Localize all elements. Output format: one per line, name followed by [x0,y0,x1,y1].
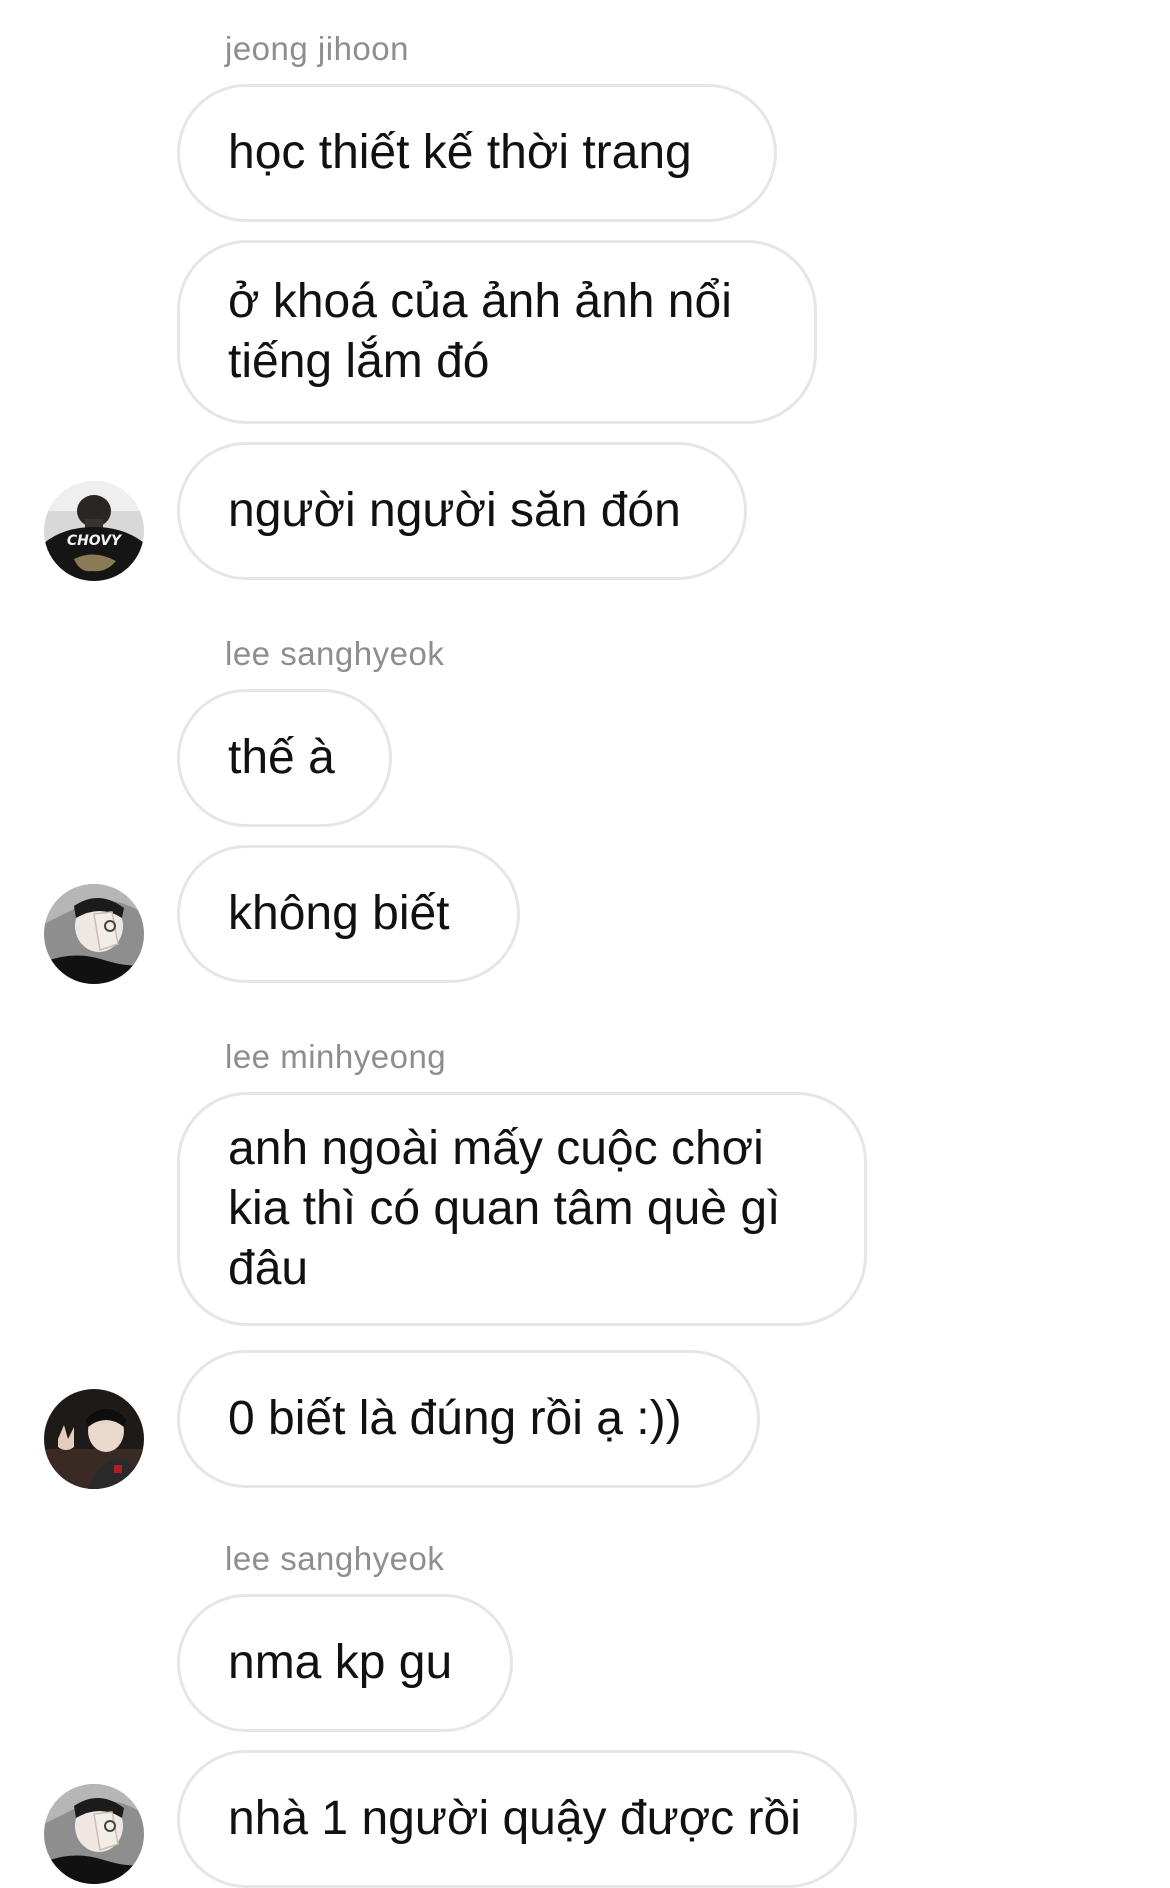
message-text: không biết [228,887,450,940]
sender-avatar[interactable] [44,884,144,984]
sender-name: lee minhyeong [225,1038,447,1075]
message-bubble[interactable]: anh ngoài mấy cuộc chơi kia thì có quan … [177,1092,867,1326]
message-bubble[interactable]: học thiết kế thời trang [177,84,777,222]
sender-avatar[interactable]: CHOVY [44,481,144,581]
message-text: thế à [228,731,335,784]
message-bubble[interactable]: không biết [177,845,520,983]
sender-avatar[interactable] [44,1389,144,1489]
sender-name: lee sanghyeok [225,635,445,672]
sender-name: jeong jihoon [225,30,409,67]
sender-avatar[interactable] [44,1784,144,1884]
avatar-hand-face-image [44,884,144,984]
message-bubble[interactable]: nma kp gu [177,1594,513,1732]
avatar-hand-face-image [44,1784,144,1884]
message-text: anh ngoài mấy cuộc chơi kia thì có quan … [228,1122,781,1295]
message-text: nma kp gu [228,1636,453,1689]
message-text: học thiết kế thời trang [228,126,692,179]
message-text: 0 biết là đúng rồi ạ :)) [228,1392,682,1445]
message-bubble[interactable]: 0 biết là đúng rồi ạ :)) [177,1350,760,1488]
message-bubble[interactable]: thế à [177,689,392,827]
message-bubble[interactable]: ở khoá của ảnh ảnh nổi tiếng lắm đó [177,240,817,424]
message-text: người người săn đón [228,484,681,537]
avatar-peace-sign-image [44,1389,144,1489]
message-bubble[interactable]: nhà 1 người quậy được rồi [177,1750,857,1888]
message-text: nhà 1 người quậy được rồi [228,1792,801,1845]
message-text: ở khoá của ảnh ảnh nổi tiếng lắm đó [228,275,732,388]
sender-name: lee sanghyeok [225,1540,445,1577]
avatar-chovy-image: CHOVY [44,481,144,581]
message-bubble[interactable]: người người săn đón [177,442,747,580]
avatar-shirt-text: CHOVY [67,533,123,549]
